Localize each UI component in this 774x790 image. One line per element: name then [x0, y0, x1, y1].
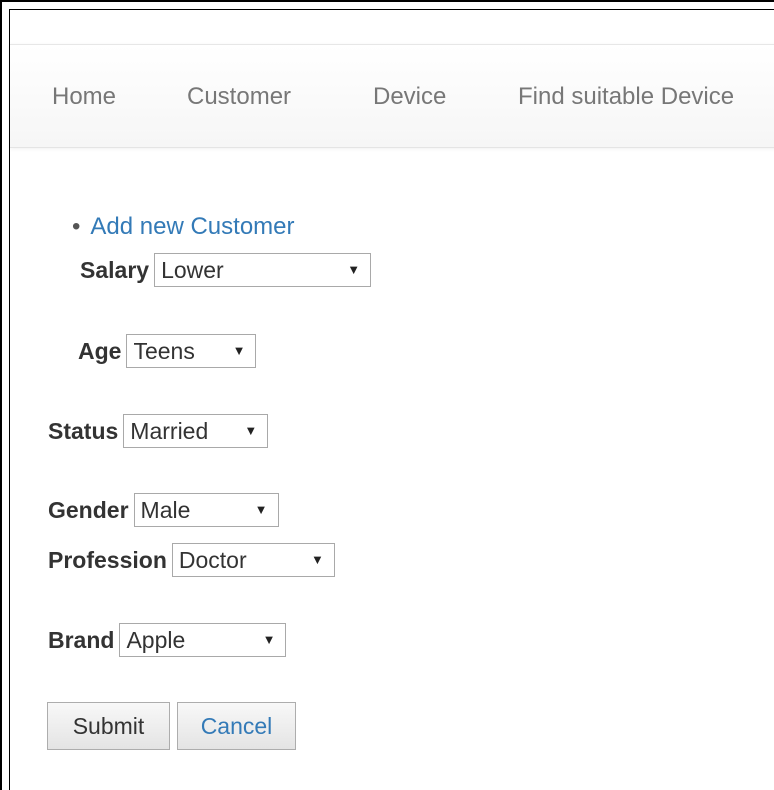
chevron-down-icon: ▼ — [244, 423, 258, 438]
bullet-icon: • — [72, 213, 81, 240]
age-row: Age Teens ▼ — [78, 333, 257, 369]
brand-select[interactable]: Apple ▼ — [119, 623, 287, 657]
navbar: Home Customer Device Find suitable Devic… — [10, 44, 774, 148]
submit-button[interactable]: Submit — [47, 702, 170, 750]
profession-row: Profession Doctor ▼ — [48, 542, 335, 578]
brand-row: Brand Apple ▼ — [48, 622, 287, 658]
chevron-down-icon: ▼ — [262, 632, 276, 647]
chevron-down-icon: ▼ — [232, 343, 246, 358]
cancel-button[interactable]: Cancel — [177, 702, 296, 750]
nav-item-home[interactable]: Home — [52, 83, 116, 111]
salary-row: Salary Lower ▼ — [80, 252, 372, 288]
gender-value: Male — [140, 496, 191, 523]
status-select[interactable]: Married ▼ — [123, 414, 269, 448]
profession-label: Profession — [48, 546, 167, 573]
age-value: Teens — [133, 337, 195, 364]
salary-label: Salary — [80, 256, 150, 283]
chevron-down-icon: ▼ — [254, 502, 268, 517]
profession-value: Doctor — [178, 546, 247, 573]
gender-label: Gender — [48, 496, 129, 523]
nav-item-customer[interactable]: Customer — [187, 83, 291, 111]
age-select[interactable]: Teens ▼ — [126, 334, 257, 368]
nav-item-device[interactable]: Device — [373, 83, 446, 111]
salary-value: Lower — [161, 256, 224, 283]
action-list: • Add new Customer — [72, 213, 295, 241]
age-label: Age — [78, 337, 122, 364]
brand-label: Brand — [48, 626, 115, 653]
add-new-customer-link[interactable]: Add new Customer — [90, 213, 294, 240]
brand-value: Apple — [126, 626, 186, 653]
profession-select[interactable]: Doctor ▼ — [171, 543, 335, 577]
salary-select[interactable]: Lower ▼ — [154, 253, 372, 287]
gender-row: Gender Male ▼ — [48, 492, 279, 528]
status-label: Status — [48, 417, 119, 444]
chevron-down-icon: ▼ — [311, 552, 324, 567]
nav-item-find-suitable-device[interactable]: Find suitable Device — [518, 83, 734, 111]
chevron-down-icon: ▼ — [347, 262, 361, 277]
status-value: Married — [130, 417, 209, 444]
status-row: Status Married ▼ — [48, 413, 269, 449]
gender-select[interactable]: Male ▼ — [133, 493, 279, 527]
